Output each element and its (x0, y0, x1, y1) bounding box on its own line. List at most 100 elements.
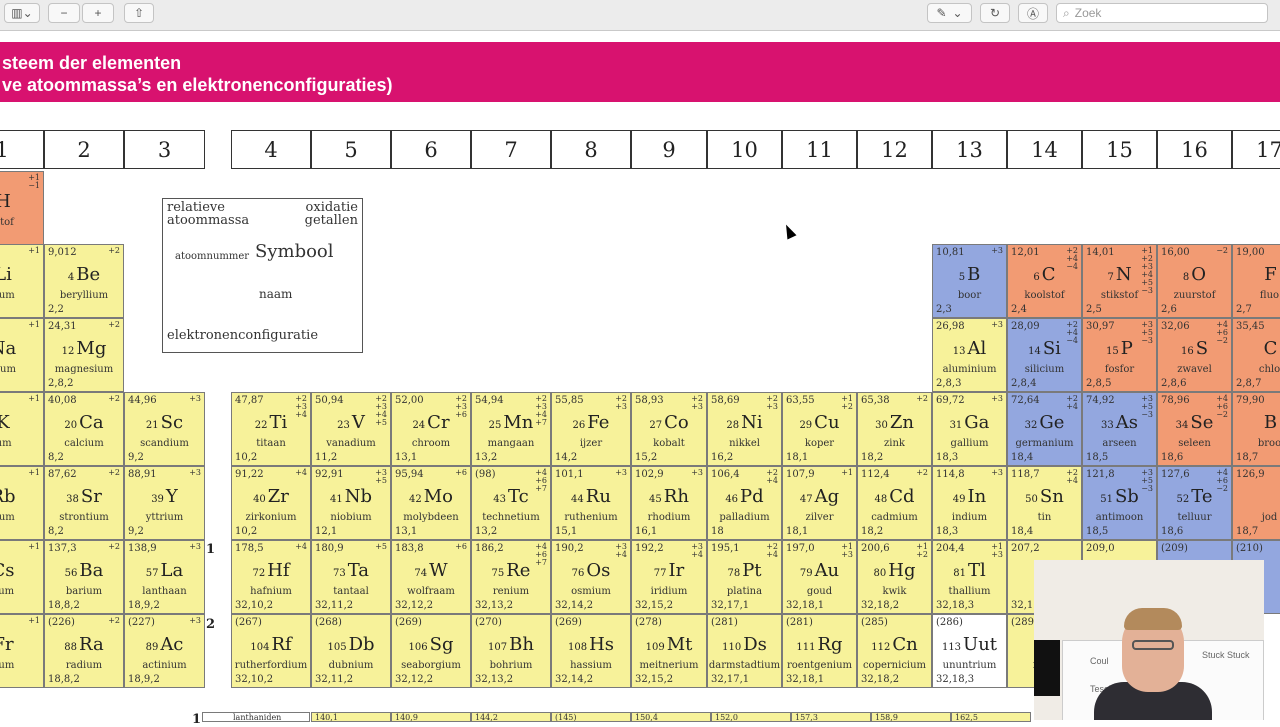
atomic-number: 4 (67, 272, 75, 283)
element-cell-cu: 63,55 +1 +2 29 Cu koper 18,1 (782, 392, 857, 466)
element-cell-ca: 40,08 +2 20 Ca calcium 8,2 (44, 392, 124, 466)
element-symbol-line: 48 Cd (858, 486, 931, 507)
rotate-button[interactable]: ↻ (980, 3, 1010, 23)
zoom-in-button[interactable]: + (82, 3, 114, 23)
atomic-mass: (226) (48, 617, 75, 628)
atomic-mass: (268) (315, 617, 342, 628)
element-name: chlo (1258, 364, 1280, 375)
element-symbol: Sn (1039, 486, 1064, 507)
row-label-lanthanides-marker: 1 (206, 542, 216, 557)
oxidation-states: +1 +3 (991, 542, 1003, 559)
atomic-mass: 79,90 (1236, 395, 1265, 406)
element-cell-tc: (98) +4 +6 +7 43 Tc technetium 13,2 (471, 466, 551, 540)
element-symbol-line: 104 Rf (232, 634, 310, 655)
element-symbol: Y (165, 486, 178, 507)
oxidation-states: +2 +4 (766, 468, 778, 485)
atomic-mass: (269) (555, 617, 582, 628)
element-symbol: F (1264, 264, 1277, 285)
element-name: hassium (570, 660, 612, 671)
oxidation-states: +3 +5 (375, 468, 387, 485)
element-cell-cd: 112,4 +2 48 Cd cadmium 18,2 (857, 466, 932, 540)
electron-configuration: 32,17,1 (711, 674, 750, 685)
element-symbol-line: 22 Ti (232, 412, 310, 433)
element-symbol: Fe (587, 412, 610, 433)
markup-button[interactable]: ✎ ⌄ (927, 3, 972, 23)
search-input[interactable]: ⌕ Zoek (1056, 3, 1268, 23)
atomic-mass: 32,06 (1161, 321, 1190, 332)
atomic-mass: (286) (936, 617, 963, 628)
element-symbol: Mn (503, 412, 534, 433)
atomic-number: 72 (252, 568, 266, 579)
element-cell-ga: 69,72 +3 31 Ga gallium 18,3 (932, 392, 1007, 466)
atomic-number: 16 (1180, 346, 1194, 357)
element-symbol: Se (1190, 412, 1214, 433)
element-cell-mo: 95,94 +6 42 Mo molybdeen 13,1 (391, 466, 471, 540)
element-symbol: Db (348, 634, 375, 655)
electron-configuration: 16,2 (711, 452, 734, 463)
atomic-mass: 200,6 (861, 543, 890, 554)
element-symbol: Na (0, 338, 17, 359)
zoom-in-icon: + (94, 6, 102, 20)
element-symbol-line: 28 Ni (708, 412, 781, 433)
element-cell-hf: 178,5 +4 72 Hf hafnium 32,10,2 (231, 540, 311, 614)
atomic-mass: 58,93 (635, 395, 664, 406)
electron-configuration: 2,3 (936, 304, 952, 315)
annotate-button[interactable]: Ⓐ (1018, 3, 1048, 23)
atomic-mass: (285) (861, 617, 888, 628)
element-symbol-line: Fr (0, 634, 43, 655)
element-symbol-line: 47 Ag (783, 486, 856, 507)
pen-icon: ✎ (936, 6, 947, 20)
oxidation-states: +6 (455, 468, 467, 477)
element-symbol-line: 13 Al (933, 338, 1006, 359)
electron-configuration: 18,2 (861, 526, 884, 537)
element-cell-s: 32,06 +4 +6 −2 16 Szwavel 2,8,6 (1157, 318, 1232, 392)
element-cell-bh: (270) 107 Bh bohrium 32,13,2 (471, 614, 551, 688)
lanthanide-cell: 144,2 (471, 712, 551, 722)
element-name: hium (0, 290, 15, 301)
oxidation-states: +1 (28, 468, 40, 477)
element-symbol-line: Na (0, 338, 43, 359)
electron-configuration: 8,2 (48, 452, 64, 463)
legend-ox-label-2: getallen (304, 213, 358, 228)
atomic-number: 73 (332, 568, 346, 579)
element-name: scandium (140, 438, 189, 449)
oxidation-states: +5 (375, 542, 387, 551)
element-symbol: Rg (817, 634, 843, 655)
zoom-out-button[interactable]: − (48, 3, 80, 23)
atomic-number: 22 (254, 420, 268, 431)
element-cell-rf: (267) 104 Rf rutherfordium 32,10,2 (231, 614, 311, 688)
element-name: antimoon (1095, 512, 1144, 523)
atomic-number: 81 (953, 568, 966, 579)
element-name: kobalt (653, 438, 685, 449)
element-name: gallium (950, 438, 989, 449)
element-name: kwik (882, 586, 907, 597)
element-symbol-line: 89 Ac (125, 634, 204, 655)
oxidation-states: +1 (28, 616, 40, 625)
element-symbol: Ag (814, 486, 840, 507)
oxidation-states: +3 (189, 468, 201, 477)
element-symbol: Sg (429, 634, 454, 655)
atomic-mass: 144,2 (475, 713, 498, 722)
atomic-number: 88 (64, 642, 78, 653)
oxidation-states: +1 (28, 320, 40, 329)
atomic-number: 21 (145, 420, 159, 431)
search-placeholder: Zoek (1074, 6, 1102, 20)
atomic-mass: 137,3 (48, 543, 77, 554)
element-symbol-line: 7N (1083, 264, 1156, 285)
atomic-number: 42 (408, 494, 422, 505)
element-cell-pt: 195,1 +2 +4 78 Pt platina 32,17,1 (707, 540, 782, 614)
group-number-14: 14 (1007, 130, 1082, 169)
atomic-mass: 186,2 (475, 543, 504, 554)
electron-configuration: 18 (711, 526, 724, 537)
electron-configuration: 13,2 (475, 526, 498, 537)
atomic-mass: 107,9 (786, 469, 815, 480)
element-name: niobium (330, 512, 372, 523)
sidebar-toggle-button[interactable]: ▥ ⌄ (4, 3, 40, 23)
share-button[interactable]: ⇧ (124, 3, 154, 23)
element-name: telluur (1177, 512, 1212, 523)
electron-configuration: 18,5 (1086, 526, 1109, 537)
atomic-number: 50 (1025, 494, 1038, 505)
atomic-number: 47 (799, 494, 813, 505)
element-cell-mg: 24,31 +2 12 Mg magnesium 2,8,2 (44, 318, 124, 392)
element-name: molybdeen (403, 512, 459, 523)
